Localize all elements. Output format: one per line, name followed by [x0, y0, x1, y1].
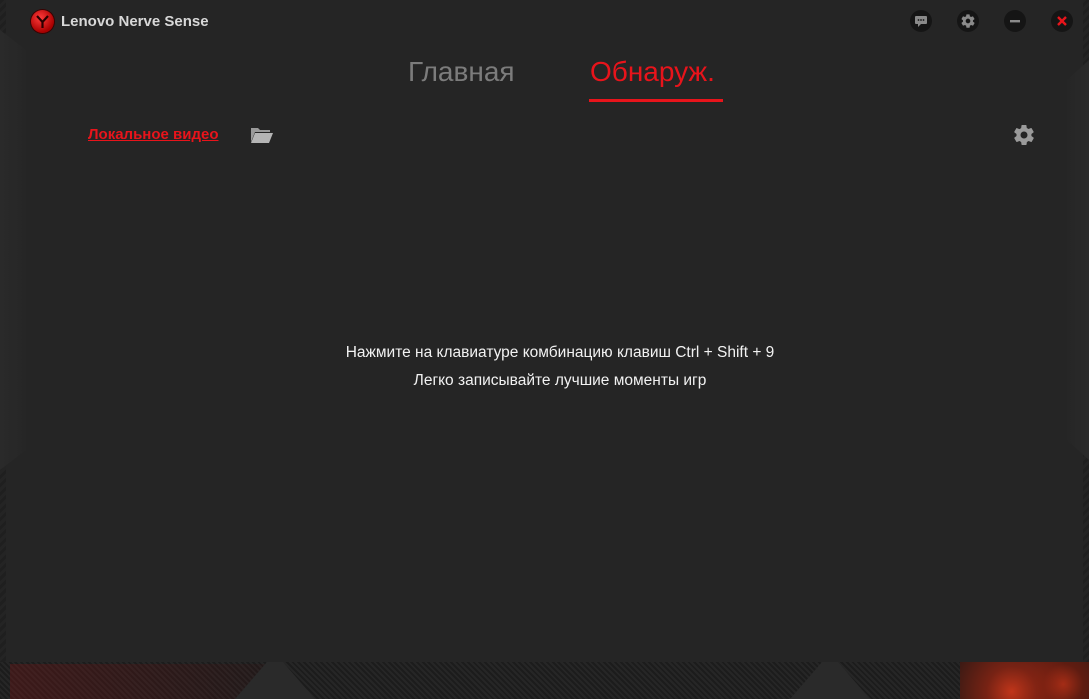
tab-home[interactable]: Главная: [408, 56, 515, 88]
gear-icon: [961, 14, 975, 28]
minimize-button[interactable]: [1004, 10, 1026, 32]
folder-open-icon: [251, 128, 273, 143]
right-frame-decoration: [1067, 60, 1089, 460]
lenovo-legion-logo-icon: [31, 10, 54, 33]
hotkey-hint: Нажмите на клавиатуре комбинацию клавиш …: [345, 344, 775, 361]
capture-settings-button[interactable]: [1012, 123, 1036, 147]
feedback-icon: [915, 15, 927, 27]
titlebar: Lenovo Nerve Sense: [0, 0, 1089, 44]
app-window: Lenovo Nerve Sense Главная Обнаруж. Лока…: [0, 0, 1089, 699]
bottom-fire-decoration: [960, 662, 1089, 699]
gear-icon: [1014, 124, 1034, 146]
bottom-left-accent: [10, 664, 270, 699]
open-folder-button[interactable]: [250, 126, 274, 144]
feedback-button[interactable]: [910, 10, 932, 32]
minimize-icon: [1010, 20, 1020, 23]
record-hint: Легко записывайте лучшие моменты игр: [413, 372, 707, 389]
tab-discover[interactable]: Обнаруж.: [590, 56, 715, 88]
active-tab-indicator: [589, 99, 723, 102]
close-icon: [1057, 16, 1067, 26]
close-button[interactable]: [1051, 10, 1073, 32]
app-title: Lenovo Nerve Sense: [61, 13, 209, 30]
app-settings-button[interactable]: [957, 10, 979, 32]
main-tabs: Главная Обнаруж.: [0, 50, 1089, 110]
local-video-link[interactable]: Локальное видео: [88, 126, 219, 143]
